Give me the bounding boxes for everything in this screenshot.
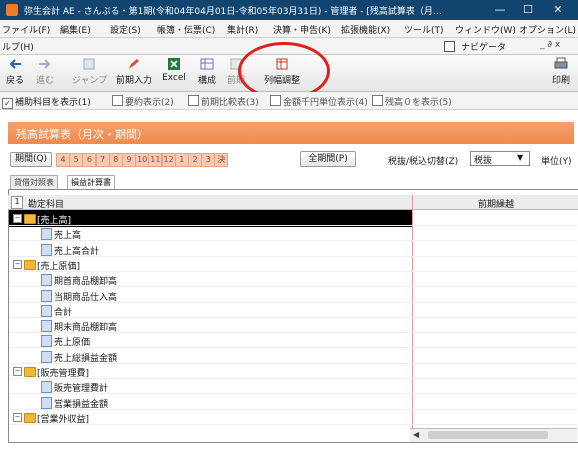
- checkbox-checked: ✓: [2, 98, 13, 109]
- sheet-icon: [41, 350, 52, 363]
- scroll-left-icon[interactable]: ◀: [413, 430, 419, 439]
- sheet-icon: [41, 381, 52, 394]
- checkbox: [188, 95, 199, 106]
- structure-button[interactable]: 構成: [194, 57, 220, 86]
- tax-toggle-label: 税抜/税込切替(Z): [388, 157, 459, 167]
- title-bar: 弥生会計 AE - さんぷる・第1期(令和04年04月01日-令和05年03月3…: [0, 0, 578, 20]
- row-number-header: 1: [11, 196, 23, 209]
- tab-balance-sheet[interactable]: 貸借対照表: [10, 175, 58, 189]
- report-header: 残高試算表（月次・期間）: [8, 122, 574, 144]
- collapse-icon[interactable]: −: [13, 367, 22, 376]
- maximize-button[interactable]: ☐: [516, 2, 540, 18]
- folder-icon: [24, 412, 36, 423]
- unit-label: 単位(Y): [541, 157, 572, 167]
- period-cell[interactable]: 決: [214, 153, 229, 167]
- sheet-icon: [41, 243, 52, 256]
- tax-select[interactable]: 税抜 ▼: [470, 151, 530, 166]
- collapse-icon[interactable]: −: [13, 259, 22, 269]
- grid-header: 1 勘定科目 前期繰越: [8, 195, 578, 210]
- structure-icon: [200, 58, 214, 70]
- period-cell[interactable]: 1: [174, 153, 189, 167]
- period-cell[interactable]: 4: [56, 153, 70, 167]
- forward-arrow-icon: [39, 59, 51, 69]
- column-divider: [412, 195, 413, 441]
- period-cell[interactable]: 8: [108, 153, 123, 167]
- all-period-button[interactable]: 全期間(P): [300, 151, 356, 167]
- menu-reports[interactable]: 集計(R): [227, 23, 258, 36]
- menu-closing[interactable]: 決算・申告(K): [273, 23, 331, 36]
- mdi-controls[interactable]: _ ∂ x: [540, 40, 560, 50]
- period-cell[interactable]: 5: [69, 153, 84, 167]
- sheet-icon: [41, 289, 52, 302]
- dropdown-arrow-icon: ▼: [517, 153, 524, 162]
- navigator-icon: [444, 41, 455, 52]
- period-cell[interactable]: 3: [201, 153, 216, 167]
- menu-help[interactable]: ルプ(H): [2, 40, 34, 53]
- menu-window[interactable]: ウィンドウ(W): [455, 23, 516, 36]
- checkbox: [372, 95, 383, 106]
- period-cell[interactable]: 9: [122, 153, 136, 167]
- close-button[interactable]: ✕: [546, 2, 570, 18]
- pencil-icon: [129, 59, 139, 69]
- excel-icon: [168, 58, 180, 70]
- prior-input-button[interactable]: 前期入力: [114, 57, 154, 86]
- window-title: 弥生会計 AE - さんぷる・第1期(令和04年04月01日-令和05年03月3…: [24, 7, 442, 17]
- sheet-icon: [41, 335, 52, 348]
- printer-icon: [554, 57, 568, 69]
- period-cell[interactable]: 6: [82, 153, 97, 167]
- period-cell[interactable]: 10: [135, 153, 150, 167]
- jump-icon: [83, 58, 95, 70]
- menu-edit[interactable]: 編集(E): [60, 23, 91, 36]
- report-title: 残高試算表（月次・期間）: [16, 128, 148, 141]
- app-icon: [6, 4, 18, 16]
- checkbox: [112, 95, 123, 106]
- forward-button[interactable]: 進む: [32, 57, 58, 86]
- scroll-thumb[interactable]: [428, 431, 548, 439]
- menu-options[interactable]: オプション(L): [519, 23, 576, 36]
- collapse-icon[interactable]: −: [13, 214, 22, 223]
- period-button[interactable]: 期間(Q): [10, 152, 52, 167]
- row-separator: [9, 423, 577, 425]
- option-show-zero[interactable]: 残高０を表示(5): [372, 95, 452, 108]
- folder-icon: [24, 259, 36, 270]
- checkbox: [270, 95, 281, 106]
- menu-settings[interactable]: 設定(S): [110, 23, 141, 36]
- period-cell[interactable]: 7: [95, 153, 110, 167]
- back-arrow-icon: [9, 59, 21, 69]
- period-cell[interactable]: 12: [161, 153, 176, 167]
- folder-icon: [24, 367, 36, 377]
- column-header-account: 勘定科目: [28, 200, 65, 210]
- column-header-prior: 前期繰越: [478, 200, 515, 210]
- sheet-icon: [41, 228, 52, 241]
- back-button[interactable]: 戻る: [2, 57, 28, 86]
- jump-button[interactable]: ジャンプ: [72, 57, 107, 86]
- minimize-button[interactable]: —: [488, 2, 512, 18]
- tab-income-statement[interactable]: 損益計算書: [67, 175, 115, 190]
- period-cell[interactable]: 2: [188, 153, 202, 167]
- navigator-tab[interactable]: ナビゲータ: [461, 40, 506, 53]
- excel-button[interactable]: Excel: [160, 57, 188, 83]
- collapse-icon[interactable]: −: [13, 412, 22, 422]
- menu-books[interactable]: 帳簿・伝票(C): [157, 23, 215, 36]
- print-button[interactable]: 印刷: [548, 57, 574, 86]
- sheet-icon: [41, 396, 52, 409]
- horizontal-scrollbar[interactable]: ◀: [410, 428, 577, 442]
- sheet-icon: [41, 304, 52, 317]
- option-summary[interactable]: 要約表示(2): [112, 95, 174, 108]
- sheet-icon: [41, 274, 52, 287]
- period-cell[interactable]: 11: [148, 153, 163, 167]
- menu-file[interactable]: ファイル(F): [2, 23, 50, 36]
- option-sub-accounts[interactable]: ✓ 補助科目を表示(1): [2, 95, 91, 109]
- menu-tools[interactable]: ツール(T): [404, 23, 444, 36]
- sheet-icon: [41, 320, 52, 333]
- menu-extensions[interactable]: 拡張機能(X): [341, 23, 390, 36]
- option-thousand-yen[interactable]: 金額千円単位表示(4): [270, 95, 368, 108]
- options-bar: ✓ 補助科目を表示(1) 要約表示(2) 前期比較表(3) 金額千円単位表示(4)…: [0, 92, 578, 110]
- menu-bar: ファイル(F) 編集(E) 設定(S) 帳簿・伝票(C) 集計(R) 決算・申告…: [0, 20, 578, 38]
- option-prior-compare[interactable]: 前期比較表(3): [188, 95, 259, 108]
- folder-icon: [24, 214, 36, 224]
